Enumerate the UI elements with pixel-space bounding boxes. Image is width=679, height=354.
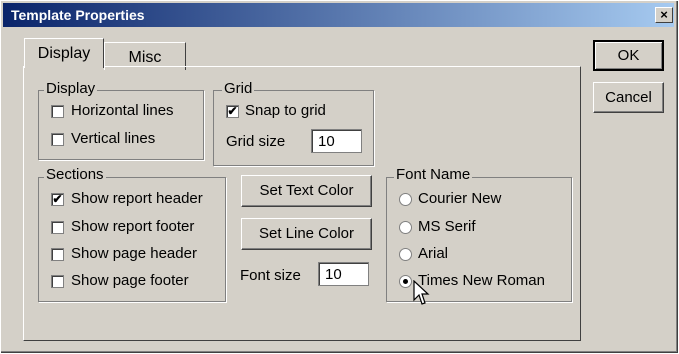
horizontal-lines-label: Horizontal lines	[71, 102, 174, 119]
font-size-input[interactable]: 10	[318, 262, 369, 286]
set-text-color-button[interactable]: Set Text Color	[241, 175, 372, 207]
font-name-group-legend: Font Name	[394, 166, 473, 183]
grid-size-label: Grid size	[226, 133, 286, 150]
vertical-lines-checkbox[interactable]	[51, 133, 64, 146]
show-report-footer-checkbox[interactable]	[51, 221, 64, 234]
set-line-color-button[interactable]: Set Line Color	[241, 218, 372, 250]
show-page-footer-checkbox[interactable]	[51, 275, 64, 288]
times-new-roman-radio[interactable]	[399, 275, 412, 288]
sections-group-legend: Sections	[44, 166, 106, 183]
grid-size-input[interactable]: 10	[311, 129, 362, 153]
title-bar[interactable]: Template Properties ×	[3, 3, 674, 27]
show-report-footer-label: Show report footer	[71, 218, 195, 235]
display-group	[38, 90, 204, 160]
cancel-button[interactable]: Cancel	[593, 82, 664, 113]
close-button[interactable]: ×	[655, 7, 673, 23]
snap-to-grid-label: Snap to grid	[245, 102, 326, 119]
ok-button[interactable]: OK	[593, 40, 664, 71]
show-page-header-label: Show page header	[71, 245, 197, 262]
ms-serif-label: MS Serif	[418, 218, 476, 235]
snap-to-grid-checkbox[interactable]: ✔	[226, 105, 239, 118]
show-page-footer-label: Show page footer	[71, 272, 189, 289]
times-new-roman-label: Times New Roman	[418, 272, 545, 289]
show-page-header-checkbox[interactable]	[51, 248, 64, 261]
tab-display[interactable]: Display	[24, 38, 104, 68]
window-title: Template Properties	[11, 7, 145, 23]
show-report-header-checkbox[interactable]: ✔	[51, 193, 64, 206]
radio-selected-dot	[403, 279, 408, 284]
arial-radio[interactable]	[399, 248, 412, 261]
ms-serif-radio[interactable]	[399, 221, 412, 234]
display-group-legend: Display	[44, 80, 98, 97]
show-report-header-label: Show report header	[71, 190, 203, 207]
courier-new-radio[interactable]	[399, 193, 412, 206]
courier-new-label: Courier New	[418, 190, 502, 207]
horizontal-lines-checkbox[interactable]	[51, 105, 64, 118]
grid-group-legend: Grid	[222, 80, 255, 97]
vertical-lines-label: Vertical lines	[71, 130, 156, 147]
mouse-cursor-icon	[413, 280, 430, 305]
arial-label: Arial	[418, 245, 449, 262]
font-size-label: Font size	[240, 267, 301, 284]
